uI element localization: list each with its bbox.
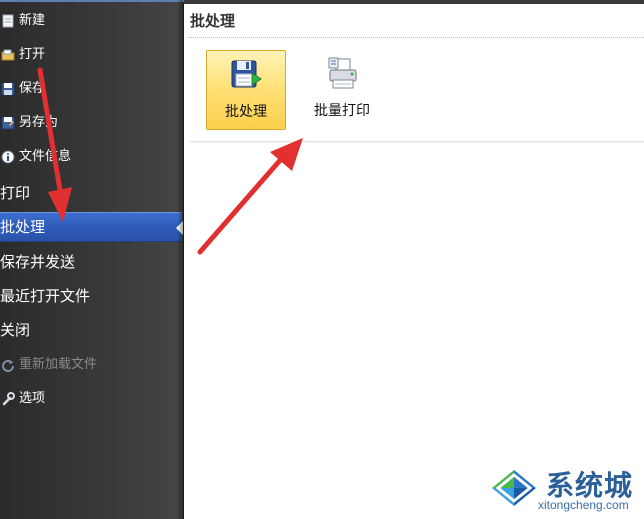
open-folder-icon	[1, 48, 15, 62]
diamond-logo-icon	[489, 467, 539, 509]
watermark-site: xitongcheng.com	[538, 498, 629, 512]
menu-item-batch[interactable]: 批处理	[0, 212, 183, 242]
batch-save-icon	[228, 57, 264, 93]
batch-print-label: 批量打印	[314, 103, 370, 119]
sidebar-top-line	[0, 0, 184, 2]
save-disk-icon	[1, 82, 15, 96]
menu-item-label: 最近打开文件	[0, 287, 91, 305]
menu-item-label: 关闭	[0, 321, 31, 339]
menu-item-label: 打印	[0, 184, 31, 202]
batch-process-label: 批处理	[225, 104, 267, 120]
title-separator	[188, 37, 644, 38]
new-doc-icon	[1, 14, 15, 28]
menu-item-new[interactable]: 新建	[0, 6, 182, 36]
panel-title: 批处理	[190, 12, 236, 30]
menu-item-label: 新建	[19, 13, 46, 28]
watermark: 系统城 xitongcheng.com	[486, 462, 642, 516]
sidebar-edge-shadow	[177, 0, 183, 519]
batch-process-button[interactable]: 批处理	[206, 50, 286, 130]
menu-item-save[interactable]: 保存	[0, 74, 182, 104]
batch-print-button[interactable]: 批量打印	[296, 50, 388, 130]
file-menu-sidebar: 新建 打开 保存 另存为 文件信息 打印 批处理 保存并发送 最近打开文件 关闭…	[0, 0, 184, 519]
info-icon	[1, 150, 15, 164]
panel-top-strip	[184, 0, 644, 4]
menu-item-file-info[interactable]: 文件信息	[0, 142, 182, 172]
menu-item-label: 另存为	[19, 115, 59, 130]
menu-item-options[interactable]: 选项	[0, 384, 182, 414]
group-separator	[190, 141, 644, 143]
menu-item-label: 重新加载文件	[19, 357, 98, 372]
menu-item-label: 打开	[19, 47, 46, 62]
batch-panel: 批处理 批处理 批量打印	[184, 0, 644, 519]
batch-print-icon	[324, 56, 360, 92]
menu-item-save-and-send[interactable]: 保存并发送	[0, 247, 182, 277]
menu-item-label: 选项	[19, 391, 46, 406]
menu-item-label: 文件信息	[19, 149, 72, 164]
wrench-icon	[1, 392, 15, 406]
menu-item-print[interactable]: 打印	[0, 178, 182, 208]
menu-item-label: 保存并发送	[0, 253, 76, 271]
menu-item-save-as[interactable]: 另存为	[0, 108, 182, 138]
save-as-icon	[1, 116, 15, 130]
menu-item-reload: 重新加载文件	[0, 350, 182, 380]
menu-item-open[interactable]: 打开	[0, 40, 182, 70]
menu-item-label: 批处理	[0, 218, 46, 236]
reload-icon	[1, 358, 15, 372]
menu-item-label: 保存	[19, 81, 46, 96]
menu-item-close[interactable]: 关闭	[0, 315, 182, 345]
menu-item-recent-files[interactable]: 最近打开文件	[0, 281, 182, 311]
